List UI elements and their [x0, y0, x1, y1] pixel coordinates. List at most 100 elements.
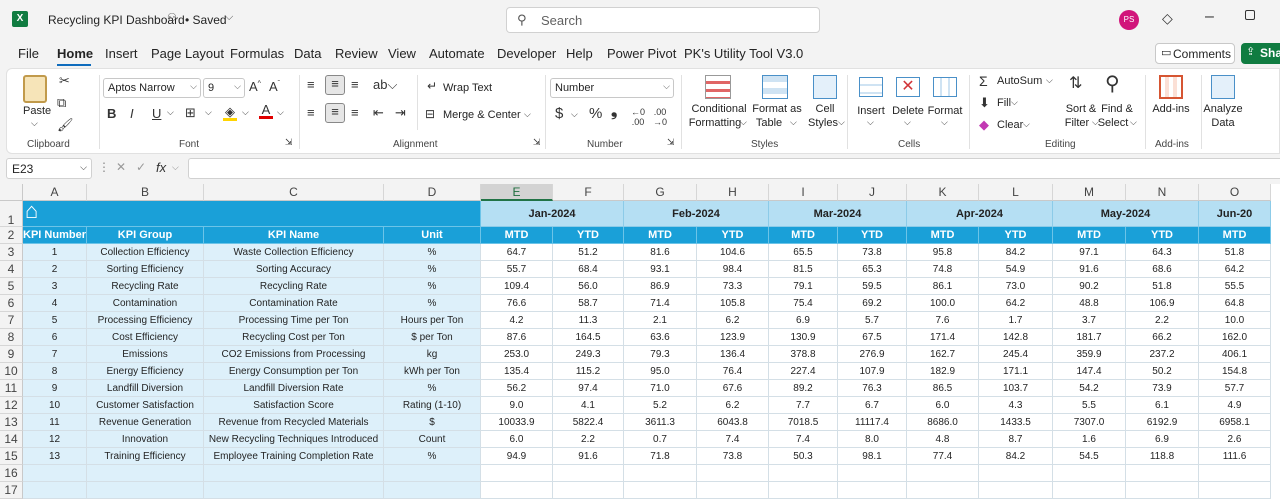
- value-cell[interactable]: 7.4: [769, 431, 838, 448]
- month-header[interactable]: May-2024: [1053, 201, 1199, 227]
- unit-cell[interactable]: %: [384, 278, 481, 295]
- share-button[interactable]: ⇪ Sha: [1241, 43, 1280, 64]
- value-cell[interactable]: 4.9: [1199, 397, 1271, 414]
- value-cell[interactable]: 10033.9: [481, 414, 553, 431]
- column-header[interactable]: H: [697, 184, 769, 201]
- formula-input[interactable]: [188, 158, 1280, 179]
- row-header[interactable]: 7: [0, 312, 23, 329]
- value-cell[interactable]: 6.1: [1126, 397, 1199, 414]
- row-header[interactable]: 8: [0, 329, 23, 346]
- tab-automate[interactable]: Automate: [429, 46, 485, 61]
- value-cell[interactable]: 130.9: [769, 329, 838, 346]
- value-cell[interactable]: 73.0: [979, 278, 1053, 295]
- row-header[interactable]: 12: [0, 397, 23, 414]
- percent-button[interactable]: %: [589, 105, 602, 122]
- tab-data[interactable]: Data: [294, 46, 321, 61]
- decrease-indent-icon[interactable]: ⇤: [373, 105, 384, 121]
- mtd-header[interactable]: MTD: [481, 227, 553, 244]
- value-cell[interactable]: 6.2: [697, 312, 769, 329]
- analyze-data-label-1[interactable]: Analyze: [1201, 103, 1245, 115]
- value-cell[interactable]: 142.8: [979, 329, 1053, 346]
- value-cell[interactable]: 57.7: [1199, 380, 1271, 397]
- value-cell[interactable]: 73.9: [1126, 380, 1199, 397]
- value-cell[interactable]: 5822.4: [553, 414, 624, 431]
- month-header[interactable]: Mar-2024: [769, 201, 907, 227]
- value-cell[interactable]: 54.9: [979, 261, 1053, 278]
- ytd-header[interactable]: YTD: [838, 227, 907, 244]
- value-cell[interactable]: 2.2: [1126, 312, 1199, 329]
- empty-cell[interactable]: [769, 465, 838, 482]
- value-cell[interactable]: 4.2: [481, 312, 553, 329]
- value-cell[interactable]: 162.7: [907, 346, 979, 363]
- empty-cell[interactable]: [23, 465, 87, 482]
- value-cell[interactable]: 56.0: [553, 278, 624, 295]
- column-header[interactable]: N: [1126, 184, 1199, 201]
- find-select-label-2[interactable]: Select: [1095, 117, 1131, 129]
- chevron-down-icon[interactable]: ⌵: [571, 109, 578, 120]
- kpi-name-cell[interactable]: Employee Training Completion Rate: [204, 448, 384, 465]
- row-header[interactable]: 17: [0, 482, 23, 499]
- search-box[interactable]: ⚲ Search: [506, 7, 820, 33]
- kpi-number-cell[interactable]: 11: [23, 414, 87, 431]
- chevron-down-icon[interactable]: ⌵: [1046, 75, 1053, 86]
- home-banner-cell[interactable]: ⌂: [23, 201, 481, 227]
- row-header[interactable]: 4: [0, 261, 23, 278]
- insert-cells-icon[interactable]: [859, 77, 883, 97]
- row-header[interactable]: 9: [0, 346, 23, 363]
- font-name-select[interactable]: Aptos Narrow ⌵: [103, 78, 201, 98]
- kpi-name-cell[interactable]: Energy Consumption per Ton: [204, 363, 384, 380]
- kpi-name-cell[interactable]: Sorting Accuracy: [204, 261, 384, 278]
- column-header[interactable]: C: [204, 184, 384, 201]
- delete-cells-icon[interactable]: ✕: [896, 77, 920, 97]
- value-cell[interactable]: 79.3: [624, 346, 697, 363]
- value-cell[interactable]: 73.8: [697, 448, 769, 465]
- kpi-number-header[interactable]: KPI Number: [23, 227, 87, 244]
- value-cell[interactable]: 136.4: [697, 346, 769, 363]
- ytd-header[interactable]: YTD: [979, 227, 1053, 244]
- value-cell[interactable]: 9.0: [481, 397, 553, 414]
- value-cell[interactable]: 51.8: [1126, 278, 1199, 295]
- value-cell[interactable]: 84.2: [979, 448, 1053, 465]
- row-header[interactable]: 10: [0, 363, 23, 380]
- row-header[interactable]: 1: [0, 201, 23, 227]
- column-header[interactable]: E: [481, 184, 553, 201]
- column-header[interactable]: L: [979, 184, 1053, 201]
- kpi-number-cell[interactable]: 3: [23, 278, 87, 295]
- value-cell[interactable]: 51.2: [553, 244, 624, 261]
- value-cell[interactable]: 115.2: [553, 363, 624, 380]
- value-cell[interactable]: 1433.5: [979, 414, 1053, 431]
- tab-review[interactable]: Review: [335, 46, 378, 61]
- value-cell[interactable]: 64.3: [1126, 244, 1199, 261]
- kpi-group-cell[interactable]: Recycling Rate: [87, 278, 204, 295]
- chevron-down-icon[interactable]: ⌵: [790, 117, 797, 128]
- dialog-launcher-icon[interactable]: ⇲: [667, 137, 675, 148]
- home-icon[interactable]: ⌂: [25, 201, 38, 224]
- value-cell[interactable]: 2.1: [624, 312, 697, 329]
- value-cell[interactable]: 54.2: [1053, 380, 1126, 397]
- chevron-down-icon[interactable]: ⌵: [1011, 97, 1018, 108]
- value-cell[interactable]: 76.3: [838, 380, 907, 397]
- column-header[interactable]: I: [769, 184, 838, 201]
- unit-cell[interactable]: kWh per Ton: [384, 363, 481, 380]
- dialog-launcher-icon[interactable]: ⇲: [533, 137, 541, 148]
- empty-cell[interactable]: [87, 465, 204, 482]
- column-header[interactable]: A: [23, 184, 87, 201]
- value-cell[interactable]: 55.7: [481, 261, 553, 278]
- comma-button[interactable]: ❟: [611, 103, 617, 121]
- mtd-header[interactable]: MTD: [1199, 227, 1271, 244]
- value-cell[interactable]: 86.9: [624, 278, 697, 295]
- value-cell[interactable]: 406.1: [1199, 346, 1271, 363]
- value-cell[interactable]: 76.6: [481, 295, 553, 312]
- value-cell[interactable]: 111.6: [1199, 448, 1271, 465]
- value-cell[interactable]: 97.1: [1053, 244, 1126, 261]
- value-cell[interactable]: 65.3: [838, 261, 907, 278]
- unit-cell[interactable]: %: [384, 380, 481, 397]
- decrease-decimal-icon[interactable]: .00 →0: [653, 107, 667, 127]
- value-cell[interactable]: 74.8: [907, 261, 979, 278]
- merge-center-icon[interactable]: ⊟: [425, 107, 435, 121]
- value-cell[interactable]: 135.4: [481, 363, 553, 380]
- select-all-corner[interactable]: [0, 184, 23, 201]
- value-cell[interactable]: 64.8: [1199, 295, 1271, 312]
- fill-button[interactable]: Fill: [997, 97, 1011, 109]
- unit-cell[interactable]: Rating (1-10): [384, 397, 481, 414]
